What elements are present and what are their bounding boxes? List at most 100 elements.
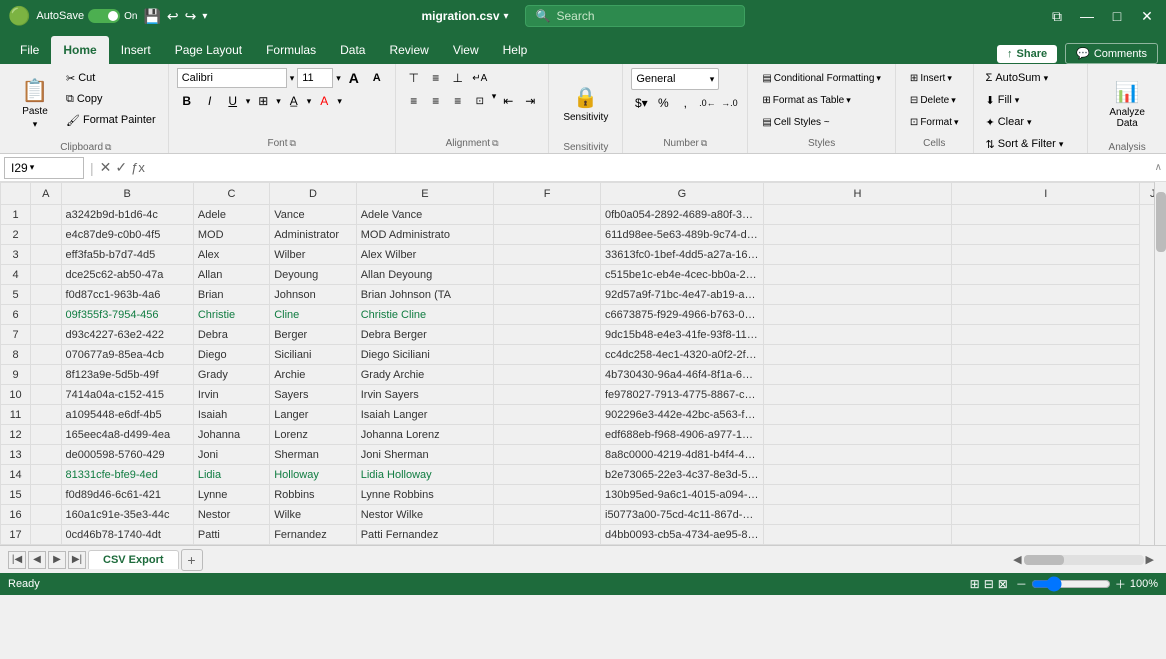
tab-insert[interactable]: Insert — [109, 36, 163, 64]
cell[interactable] — [763, 305, 951, 325]
cell[interactable]: Sherman — [270, 445, 357, 465]
cell[interactable]: Langer — [270, 405, 357, 425]
merge-center-button[interactable]: ⊡ — [470, 91, 490, 111]
autosum-dropdown[interactable]: ▾ — [1044, 73, 1049, 84]
cell[interactable]: Grady Archie — [356, 365, 493, 385]
cell[interactable] — [494, 265, 601, 285]
cell[interactable]: Diego Siciliani — [356, 345, 493, 365]
autosave-toggle-switch[interactable] — [88, 9, 120, 23]
cell[interactable] — [31, 365, 62, 385]
cell[interactable]: Nestor Wilke — [356, 505, 493, 525]
cell[interactable]: 160a1c91e-35e3-44c — [61, 505, 193, 525]
tab-formulas[interactable]: Formulas — [254, 36, 328, 64]
cell[interactable]: c515be1c-eb4e-4cec-bb0a-21dea163e4bd — [601, 265, 764, 285]
format-as-table-button[interactable]: ⊞ Format as Table ▾ — [756, 90, 856, 110]
row-number[interactable]: 12 — [1, 425, 31, 445]
clear-dropdown[interactable]: ▾ — [1027, 117, 1032, 128]
cell[interactable] — [763, 285, 951, 305]
cell[interactable] — [763, 345, 951, 365]
zoom-slider[interactable] — [1031, 576, 1111, 592]
cell[interactable] — [494, 305, 601, 325]
cell[interactable]: Fernandez — [270, 525, 357, 545]
close-btn[interactable]: ✕ — [1136, 5, 1158, 27]
tab-review[interactable]: Review — [377, 36, 440, 64]
cell[interactable]: 33613fc0-1bef-4dd5-a27a-16d8545417a9 — [601, 245, 764, 265]
quick-access-dropdown[interactable]: ▾ — [202, 11, 207, 22]
row-number[interactable]: 8 — [1, 345, 31, 365]
align-center-button[interactable]: ≡ — [426, 91, 446, 111]
col-header-e[interactable]: E — [356, 183, 493, 205]
tab-home[interactable]: Home — [51, 36, 108, 64]
font-color-dropdown[interactable]: ▾ — [337, 96, 342, 107]
font-size-dropdown[interactable]: ▾ — [336, 73, 341, 84]
cell[interactable] — [952, 245, 1140, 265]
col-header-d[interactable]: D — [270, 183, 357, 205]
cell[interactable]: Johanna — [193, 425, 269, 445]
cell[interactable]: Irvin Sayers — [356, 385, 493, 405]
cell[interactable]: d93c4227-63e2-422 — [61, 325, 193, 345]
cell[interactable] — [952, 525, 1140, 545]
cell[interactable]: 902296e3-442e-42bc-a563-fdebb4167108 — [601, 405, 764, 425]
cell[interactable] — [494, 525, 601, 545]
redo-icon[interactable]: ↪ — [185, 8, 197, 25]
cell[interactable] — [952, 505, 1140, 525]
alignment-expand-icon[interactable]: ⧉ — [492, 138, 498, 149]
cell[interactable] — [763, 485, 951, 505]
cell[interactable]: Lynne — [193, 485, 269, 505]
cell[interactable]: fe978027-7913-4775-8867-c5ffecd41642 — [601, 385, 764, 405]
cell[interactable] — [31, 265, 62, 285]
cell[interactable] — [952, 405, 1140, 425]
cell[interactable]: dce25c62-ab50-47a — [61, 265, 193, 285]
h-scrollbar[interactable] — [1024, 555, 1144, 565]
tab-view[interactable]: View — [441, 36, 491, 64]
cell[interactable] — [952, 425, 1140, 445]
h-scroll-left[interactable]: ◀ — [1013, 553, 1021, 566]
sort-filter-button[interactable]: ⇅ Sort & Filter ▾ — [982, 134, 1068, 154]
number-expand-icon[interactable]: ⧉ — [701, 138, 707, 149]
fill-color-dropdown[interactable]: ▾ — [307, 96, 312, 107]
minimize-btn[interactable]: — — [1076, 5, 1098, 27]
indent-increase-button[interactable]: ⇥ — [520, 91, 540, 111]
cell[interactable]: c6673875-f929-4966-b763-0b1f34afa5d3 — [601, 305, 764, 325]
cell[interactable] — [763, 405, 951, 425]
format-dropdown[interactable]: ▾ — [954, 117, 959, 128]
cell[interactable]: Grady — [193, 365, 269, 385]
italic-button[interactable]: I — [200, 91, 220, 111]
cell[interactable]: Debra — [193, 325, 269, 345]
number-format-box[interactable]: General ▾ — [631, 68, 719, 90]
border-button[interactable]: ⊞ — [253, 91, 273, 111]
cell[interactable] — [494, 425, 601, 445]
cell[interactable] — [31, 325, 62, 345]
cell[interactable] — [763, 245, 951, 265]
conditional-formatting-button[interactable]: ▤ Conditional Formatting ▾ — [756, 68, 887, 88]
cell[interactable]: Brian Johnson (TA — [356, 285, 493, 305]
cell[interactable] — [763, 205, 951, 225]
cell[interactable] — [494, 485, 601, 505]
comma-button[interactable]: , — [675, 93, 695, 113]
cell[interactable]: b2e73065-22e3-4c37-8e3d-5bf4eca2f20d — [601, 465, 764, 485]
cell[interactable] — [952, 285, 1140, 305]
font-name-dropdown[interactable]: ▾ — [290, 73, 295, 84]
cell[interactable]: Patti Fernandez — [356, 525, 493, 545]
cell[interactable]: 0fb0a054-2892-4689-a80f-3a55eea2aecf — [601, 205, 764, 225]
copy-button[interactable]: ⧉ Copy — [62, 89, 160, 109]
col-header-h[interactable]: H — [763, 183, 951, 205]
font-expand-icon[interactable]: ⧉ — [290, 138, 296, 149]
cf-dropdown[interactable]: ▾ — [876, 73, 881, 84]
cell[interactable]: f0d89d46-6c61-421 — [61, 485, 193, 505]
cell[interactable]: 070677a9-85ea-4cb — [61, 345, 193, 365]
number-format-dropdown[interactable]: ▾ — [710, 74, 715, 85]
view-break-button[interactable]: ⊠ — [998, 577, 1008, 591]
clear-button[interactable]: ✦ Clear ▾ — [982, 112, 1036, 132]
row-number[interactable]: 16 — [1, 505, 31, 525]
paste-dropdown-icon[interactable]: ▾ — [33, 119, 38, 130]
cell[interactable] — [31, 525, 62, 545]
row-number[interactable]: 11 — [1, 405, 31, 425]
format-button[interactable]: ⊡ Format ▾ — [904, 112, 965, 132]
cell[interactable]: Allan Deyoung — [356, 265, 493, 285]
row-number[interactable]: 2 — [1, 225, 31, 245]
cell[interactable] — [494, 405, 601, 425]
cell[interactable] — [952, 445, 1140, 465]
cell[interactable]: Johnson — [270, 285, 357, 305]
cell[interactable]: 7414a04a-c152-415 — [61, 385, 193, 405]
